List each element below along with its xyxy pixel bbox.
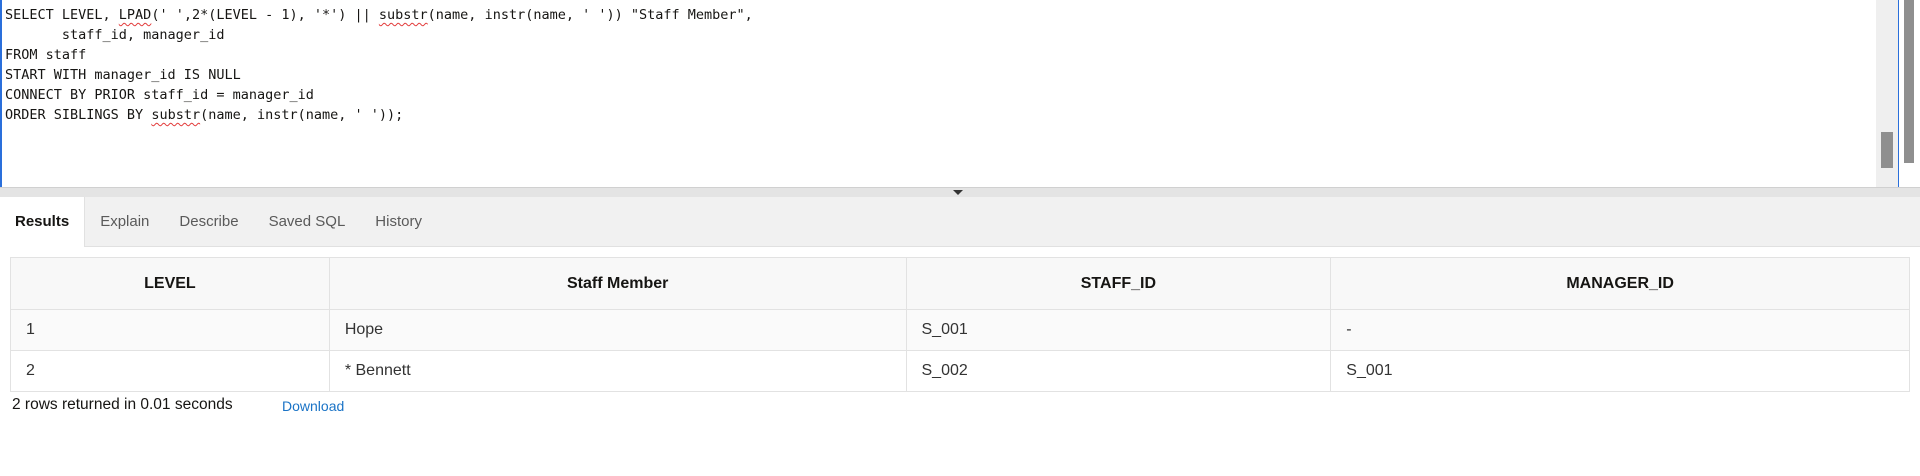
result-tabs: Results Explain Describe Saved SQL Histo…: [0, 197, 1920, 247]
sql-editor[interactable]: SELECT LEVEL, LPAD(' ',2*(LEVEL - 1), '*…: [0, 0, 1920, 187]
spellcheck-flagged-token: substr: [151, 107, 201, 123]
column-header-staff-member[interactable]: Staff Member: [328, 257, 907, 310]
pane-splitter[interactable]: [0, 187, 1920, 197]
code-token: staff_id, manager_id: [5, 27, 225, 43]
tab-saved-sql[interactable]: Saved SQL: [254, 197, 361, 247]
code-token: (name, instr(name, ' '));: [200, 107, 404, 123]
code-line: ORDER SIBLINGS BY substr(name, instr(nam…: [5, 105, 753, 125]
table-cell: S_001: [1330, 350, 1910, 392]
code-token: FROM staff: [5, 47, 87, 63]
code-line: CONNECT BY PRIOR staff_id = manager_id: [5, 85, 753, 105]
code-line: FROM staff: [5, 45, 753, 65]
table-cell: -: [1330, 309, 1910, 351]
spellcheck-flagged-token: substr: [378, 7, 428, 23]
tab-describe[interactable]: Describe: [164, 197, 253, 247]
sql-code[interactable]: SELECT LEVEL, LPAD(' ',2*(LEVEL - 1), '*…: [5, 5, 753, 125]
column-header-manager-id[interactable]: MANAGER_ID: [1330, 257, 1910, 310]
tab-explain[interactable]: Explain: [85, 197, 164, 247]
table-cell: S_001: [905, 309, 1332, 351]
column-header-level[interactable]: LEVEL: [10, 257, 330, 310]
results-grid: LEVEL Staff Member STAFF_ID MANAGER_ID 1…: [10, 257, 1910, 392]
editor-scrollbar-thumb[interactable]: [1881, 132, 1893, 168]
tab-history[interactable]: History: [360, 197, 437, 247]
code-token: ORDER SIBLINGS BY: [5, 107, 152, 123]
table-cell: S_002: [905, 350, 1332, 392]
table-cell: * Bennett: [328, 350, 907, 392]
table-row: 1 Hope S_001 -: [10, 309, 1910, 351]
code-token: SELECT LEVEL,: [5, 7, 119, 23]
code-token: CONNECT BY PRIOR staff_id = manager_id: [5, 87, 314, 103]
table-header-row: LEVEL Staff Member STAFF_ID MANAGER_ID: [10, 257, 1910, 310]
column-header-staff-id[interactable]: STAFF_ID: [905, 257, 1332, 310]
table-cell: Hope: [328, 309, 907, 351]
spellcheck-flagged-token: LPAD: [118, 7, 152, 23]
code-line: START WITH manager_id IS NULL: [5, 65, 753, 85]
download-link[interactable]: Download: [282, 398, 344, 414]
code-token: (name, instr(name, ' ')) "Staff Member",: [427, 7, 753, 23]
code-line: staff_id, manager_id: [5, 25, 753, 45]
table-cell: 1: [10, 309, 330, 351]
table-row: 2 * Bennett S_002 S_001: [10, 350, 1910, 392]
page-scrollbar-thumb[interactable]: [1904, 0, 1914, 163]
tab-results[interactable]: Results: [0, 197, 86, 247]
code-token: START WITH manager_id IS NULL: [5, 67, 241, 83]
code-line: SELECT LEVEL, LPAD(' ',2*(LEVEL - 1), '*…: [5, 5, 753, 25]
table-cell: 2: [10, 350, 330, 392]
code-token: (' ',2*(LEVEL - 1), '*') ||: [151, 7, 379, 23]
rows-returned-status: 2 rows returned in 0.01 seconds: [12, 396, 233, 413]
collapse-arrow-icon[interactable]: [953, 190, 963, 195]
